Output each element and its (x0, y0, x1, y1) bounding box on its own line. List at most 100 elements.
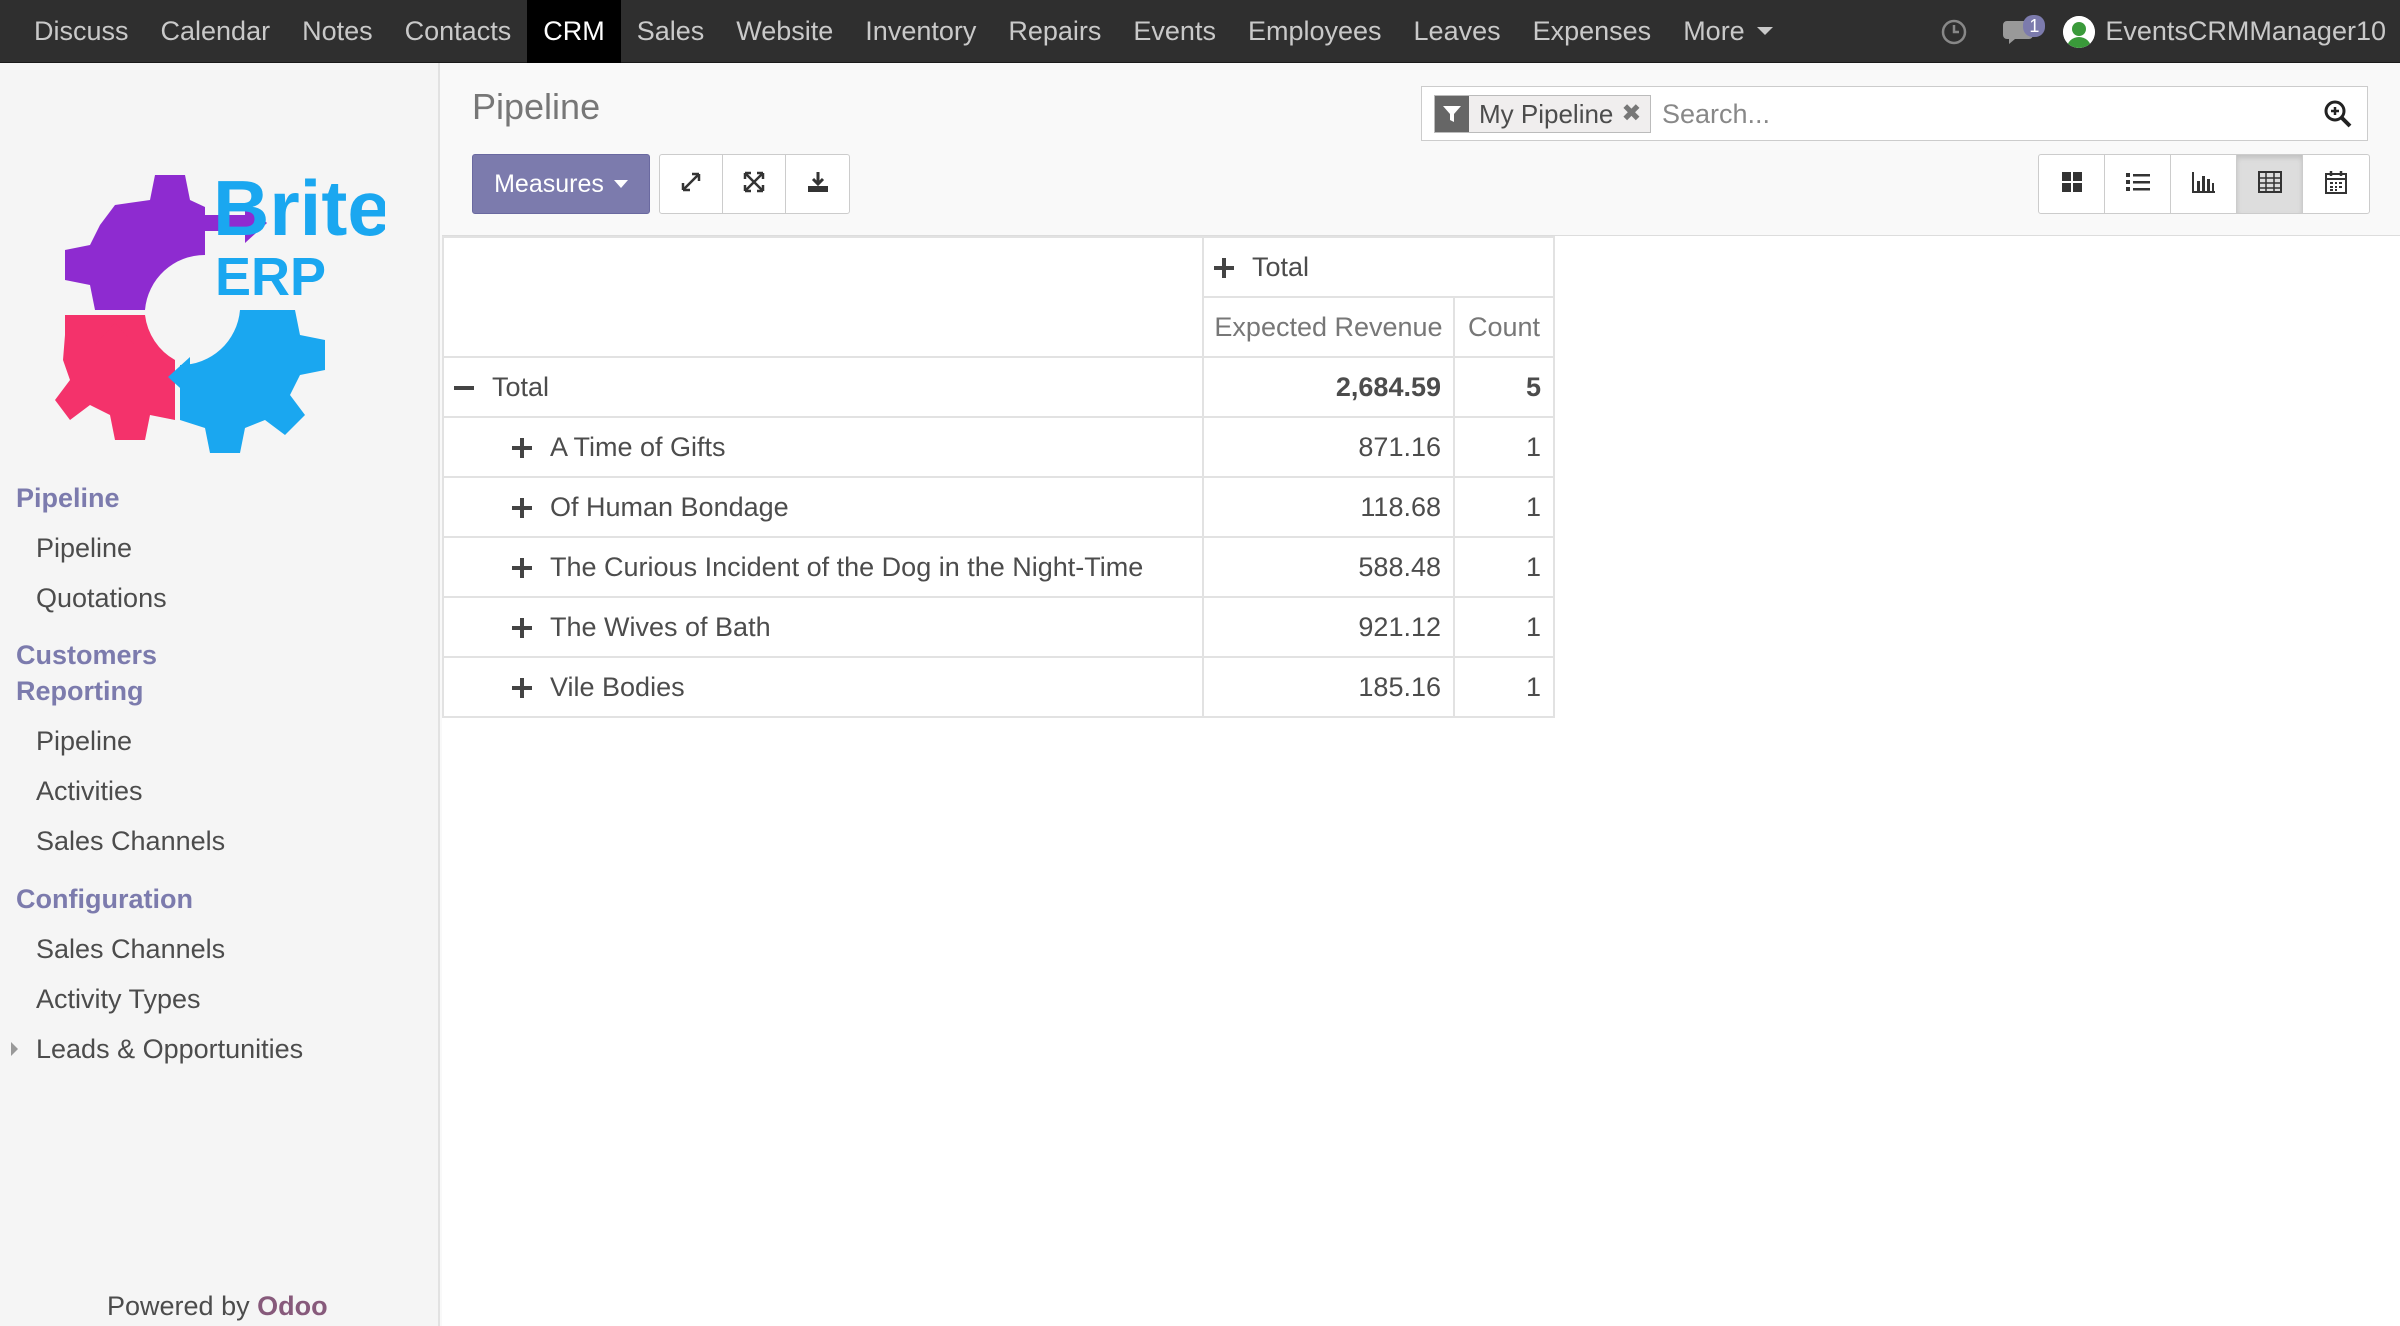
cell-revenue[interactable]: 185.16 (1202, 656, 1455, 718)
menu-repairs[interactable]: Repairs (992, 0, 1117, 63)
search-facet: My Pipeline ✖ (1434, 95, 1651, 133)
pivot-row-header-total[interactable]: Total (442, 356, 1204, 418)
pivot-row-header[interactable]: Vile Bodies (442, 656, 1204, 718)
sidebar-item-leads-opportunities[interactable]: Leads & Opportunities (36, 1031, 303, 1067)
graph-view-button[interactable] (2171, 155, 2237, 213)
section-reporting[interactable]: Reporting (16, 673, 144, 709)
cell-count[interactable]: 1 (1453, 596, 1555, 658)
cell-revenue[interactable]: 2,684.59 (1202, 356, 1455, 418)
menu-more-label: More (1683, 15, 1745, 46)
sidebar-item-config-sales-channels[interactable]: Sales Channels (36, 931, 225, 967)
download-button[interactable] (786, 155, 849, 213)
table-row: A Time of Gifts 871.16 1 (442, 416, 1555, 478)
facet-remove-icon[interactable]: ✖ (1621, 96, 1649, 132)
top-navbar: Discuss Calendar Notes Contacts CRM Sale… (0, 0, 2400, 63)
pivot-view-button[interactable] (2237, 155, 2303, 213)
row-label: The Curious Incident of the Dog in the N… (550, 551, 1144, 582)
sidebar-item-pipeline[interactable]: Pipeline (36, 530, 132, 566)
sidebar-item-activity-types[interactable]: Activity Types (36, 981, 201, 1017)
plus-icon (512, 437, 532, 458)
systray: 1 EventsCRMManager10 (1923, 0, 2400, 63)
menu-website[interactable]: Website (720, 0, 849, 63)
row-label: The Wives of Bath (550, 611, 771, 642)
pivot-row-header[interactable]: Of Human Bondage (442, 476, 1204, 538)
kanban-icon (2061, 171, 2083, 198)
cell-revenue[interactable]: 588.48 (1202, 536, 1455, 598)
pivot-corner (442, 236, 1204, 358)
pivot-row-header[interactable]: A Time of Gifts (442, 416, 1204, 478)
menu-events[interactable]: Events (1117, 0, 1232, 63)
pivot-row-header[interactable]: The Wives of Bath (442, 596, 1204, 658)
menu-expenses[interactable]: Expenses (1517, 0, 1668, 63)
cell-count[interactable]: 1 (1453, 536, 1555, 598)
search-icon[interactable] (2323, 99, 2353, 134)
cell-count[interactable]: 1 (1453, 476, 1555, 538)
svg-text:Brite: Brite (213, 164, 385, 252)
activity-clock-icon[interactable] (1941, 19, 1967, 45)
chevron-down-icon (1756, 27, 1773, 35)
sidebar-item-reporting-pipeline[interactable]: Pipeline (36, 723, 132, 759)
menu-contacts[interactable]: Contacts (389, 0, 528, 63)
table-row: The Wives of Bath 921.12 1 (442, 596, 1555, 658)
menu-employees[interactable]: Employees (1232, 0, 1398, 63)
svg-text:ERP: ERP (215, 247, 326, 307)
caret-right-icon[interactable] (11, 1042, 18, 1056)
menu-discuss[interactable]: Discuss (18, 0, 145, 63)
user-menu[interactable]: EventsCRMManager10 (2063, 15, 2386, 48)
sidebar-item-quotations[interactable]: Quotations (36, 580, 167, 616)
measures-dropdown-button[interactable]: Measures (472, 154, 650, 214)
kanban-view-button[interactable] (2039, 155, 2105, 213)
pivot-row-header[interactable]: The Curious Incident of the Dog in the N… (442, 536, 1204, 598)
section-pipeline[interactable]: Pipeline (16, 480, 120, 516)
sidebar-item-activities[interactable]: Activities (36, 773, 143, 809)
message-count-badge: 1 (2023, 14, 2046, 37)
sidebar-item-sales-channels[interactable]: Sales Channels (36, 823, 225, 859)
download-icon (806, 170, 830, 199)
menu-crm[interactable]: CRM (527, 0, 621, 63)
list-view-button[interactable] (2105, 155, 2171, 213)
menu-sales[interactable]: Sales (621, 0, 721, 63)
cell-count[interactable]: 1 (1453, 656, 1555, 718)
messages-icon[interactable]: 1 (2003, 14, 2046, 47)
menu-calendar[interactable]: Calendar (145, 0, 287, 63)
expand-all-icon (742, 170, 766, 199)
plus-icon (1214, 257, 1234, 278)
menu-more[interactable]: More (1667, 0, 1789, 63)
sidebar: Brite ERP Pipeline Pipeline Quotations C… (0, 63, 440, 1326)
menu-leaves[interactable]: Leaves (1398, 0, 1517, 63)
expand-all-button[interactable] (723, 155, 786, 213)
measure-header-expected-revenue[interactable]: Expected Revenue (1202, 296, 1455, 358)
row-label: A Time of Gifts (550, 431, 726, 462)
table-row: Vile Bodies 185.16 1 (442, 656, 1555, 718)
plus-icon (512, 677, 532, 698)
facet-label: My Pipeline (1479, 99, 1614, 129)
app-menu: Discuss Calendar Notes Contacts CRM Sale… (0, 0, 1789, 63)
odoo-link[interactable]: Odoo (257, 1291, 327, 1321)
row-label: Total (492, 371, 550, 402)
pivot-content: Total Expected Revenue Count Total 2,684… (442, 235, 2400, 1326)
cell-revenue[interactable]: 921.12 (1202, 596, 1455, 658)
cell-revenue[interactable]: 871.16 (1202, 416, 1455, 478)
cell-count[interactable]: 5 (1453, 356, 1555, 418)
menu-inventory[interactable]: Inventory (849, 0, 992, 63)
calendar-icon (2325, 170, 2347, 199)
view-switcher (2038, 154, 2370, 214)
table-row: Of Human Bondage 118.68 1 (442, 476, 1555, 538)
search-view: My Pipeline ✖ (1421, 86, 2368, 141)
section-customers[interactable]: Customers (16, 637, 157, 673)
calendar-view-button[interactable] (2303, 155, 2369, 213)
section-configuration[interactable]: Configuration (16, 881, 193, 917)
menu-notes[interactable]: Notes (286, 0, 389, 63)
pivot-actions (659, 154, 850, 214)
filter-icon (1435, 96, 1469, 132)
list-icon (2125, 171, 2150, 198)
measure-header-count[interactable]: Count (1453, 296, 1555, 358)
plus-icon (512, 497, 532, 518)
pivot-col-header-total[interactable]: Total (1202, 236, 1555, 298)
table-icon (2257, 170, 2282, 198)
cell-revenue[interactable]: 118.68 (1202, 476, 1455, 538)
cell-count[interactable]: 1 (1453, 416, 1555, 478)
search-input[interactable] (1662, 95, 2302, 133)
flip-axis-button[interactable] (660, 155, 723, 213)
minus-icon (454, 378, 474, 398)
